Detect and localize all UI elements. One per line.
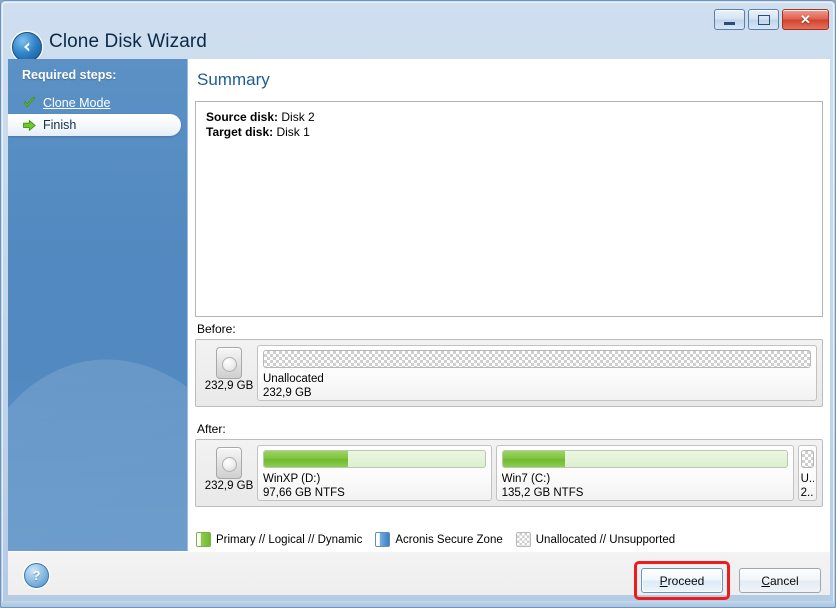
partition-name: WinXP (D:) xyxy=(263,473,321,485)
window-bottom-edge xyxy=(1,601,835,607)
partition-size: 232,9 GB xyxy=(263,387,312,399)
window-controls: ✕ xyxy=(714,9,829,30)
hard-disk-icon xyxy=(216,347,242,379)
summary-target-disk: Target disk: Disk 1 xyxy=(206,125,812,140)
summary-source-label: Source disk: xyxy=(206,110,279,124)
before-section-label: Before: xyxy=(197,322,236,336)
sidebar-item-label: Clone Mode xyxy=(43,96,111,110)
close-button[interactable]: ✕ xyxy=(782,9,829,30)
summary-source-value: Disk 2 xyxy=(281,110,315,124)
sidebar-step-list: Clone Mode Finish xyxy=(8,92,187,136)
cancel-button-label: Cancel xyxy=(761,573,799,588)
clone-disk-wizard-window: Clone Disk Wizard ✕ Required steps: Clon… xyxy=(0,0,836,608)
after-disk-panel: 232,9 GB WinXP (D:) 97,66 GB NTFS Win7 (… xyxy=(195,439,823,507)
after-section-label: After: xyxy=(197,422,226,436)
partition-size: 135,2 GB NTFS xyxy=(501,487,584,499)
after-disk-row: 232,9 GB WinXP (D:) 97,66 GB NTFS Win7 (… xyxy=(201,445,817,501)
hard-disk-icon xyxy=(216,447,242,479)
proceed-button-label: Proceed xyxy=(659,573,705,588)
legend-label: Acronis Secure Zone xyxy=(395,533,503,546)
partition-legend: Primary // Logical // Dynamic Acronis Se… xyxy=(196,532,675,547)
partition-block[interactable]: Win7 (C:) 135,2 GB NTFS xyxy=(495,445,794,501)
title-bar: Clone Disk Wizard ✕ xyxy=(1,1,835,62)
sidebar-heading: Required steps: xyxy=(22,68,117,82)
partition-name: U... xyxy=(800,473,814,485)
content-panel: Summary Source disk: Disk 2 Target disk:… xyxy=(188,59,830,551)
summary-source-disk: Source disk: Disk 2 xyxy=(206,110,812,125)
sidebar-item-finish[interactable]: Finish xyxy=(8,114,181,136)
legend-label: Unallocated // Unsupported xyxy=(535,533,676,546)
window-title: Clone Disk Wizard xyxy=(49,31,207,52)
before-disk-row: 232,9 GB Unallocated 232,9 GB xyxy=(201,345,817,401)
partition-usage-fill xyxy=(264,451,348,467)
cancel-button[interactable]: Cancel xyxy=(739,568,821,593)
partition-usage-fill xyxy=(502,451,566,467)
partition-block[interactable]: Unallocated 232,9 GB xyxy=(257,345,817,401)
legend-item-primary: Primary // Logical // Dynamic xyxy=(196,532,362,547)
sidebar-decoration xyxy=(8,337,187,551)
proceed-button[interactable]: Proceed xyxy=(641,568,723,593)
after-partition-list: WinXP (D:) 97,66 GB NTFS Win7 (C:) 135,2… xyxy=(257,445,817,501)
sidebar-item-label: Finish xyxy=(43,118,77,132)
green-check-icon xyxy=(21,95,37,111)
hatch-swatch-icon xyxy=(515,532,531,547)
partition-usage-bar xyxy=(501,450,788,468)
green-arrow-icon xyxy=(21,117,37,133)
before-disk-panel: 232,9 GB Unallocated 232,9 GB xyxy=(195,339,823,407)
sidebar-item-clone-mode[interactable]: Clone Mode xyxy=(8,92,187,114)
partition-name: Win7 (C:) xyxy=(501,473,551,485)
back-arrow-icon[interactable] xyxy=(12,32,42,62)
legend-label: Primary // Logical // Dynamic xyxy=(216,533,363,546)
page-title: Summary xyxy=(197,70,270,89)
partition-block[interactable]: WinXP (D:) 97,66 GB NTFS xyxy=(257,445,492,501)
after-disk-size: 232,9 GB xyxy=(204,480,254,492)
maximize-button[interactable] xyxy=(748,9,779,30)
partition-name: Unallocated xyxy=(263,373,324,385)
wizard-sidebar: Required steps: Clone Mode Finish xyxy=(8,59,188,551)
legend-item-secure-zone: Acronis Secure Zone xyxy=(375,532,503,547)
partition-block[interactable]: U... 2... xyxy=(797,445,817,501)
legend-item-unallocated: Unallocated // Unsupported xyxy=(515,532,676,547)
partition-usage-bar xyxy=(800,450,814,468)
wizard-footer: ? Proceed Cancel xyxy=(8,551,830,600)
maximize-icon xyxy=(757,14,770,25)
green-swatch-icon xyxy=(196,532,211,547)
summary-target-value: Disk 1 xyxy=(276,125,310,139)
partition-size: 2... xyxy=(800,487,814,499)
partition-size: 97,66 GB NTFS xyxy=(263,487,345,499)
summary-target-label: Target disk: xyxy=(206,125,274,139)
partition-usage-bar xyxy=(263,350,811,368)
blue-swatch-icon xyxy=(375,532,391,547)
minimize-icon xyxy=(724,21,735,25)
after-disk-info: 232,9 GB xyxy=(201,445,257,492)
summary-textbox: Source disk: Disk 2 Target disk: Disk 1 xyxy=(195,101,823,317)
partition-usage-bar xyxy=(263,450,486,468)
wizard-body: Required steps: Clone Mode Finish Summar… xyxy=(8,59,830,551)
footer-button-group: Proceed Cancel xyxy=(634,561,821,600)
help-icon[interactable]: ? xyxy=(24,563,49,588)
before-disk-size: 232,9 GB xyxy=(204,380,254,392)
proceed-highlight-annotation: Proceed xyxy=(634,561,730,600)
close-icon: ✕ xyxy=(800,12,811,27)
before-partition-list: Unallocated 232,9 GB xyxy=(257,345,817,401)
minimize-button[interactable] xyxy=(714,9,745,30)
before-disk-info: 232,9 GB xyxy=(201,345,257,392)
